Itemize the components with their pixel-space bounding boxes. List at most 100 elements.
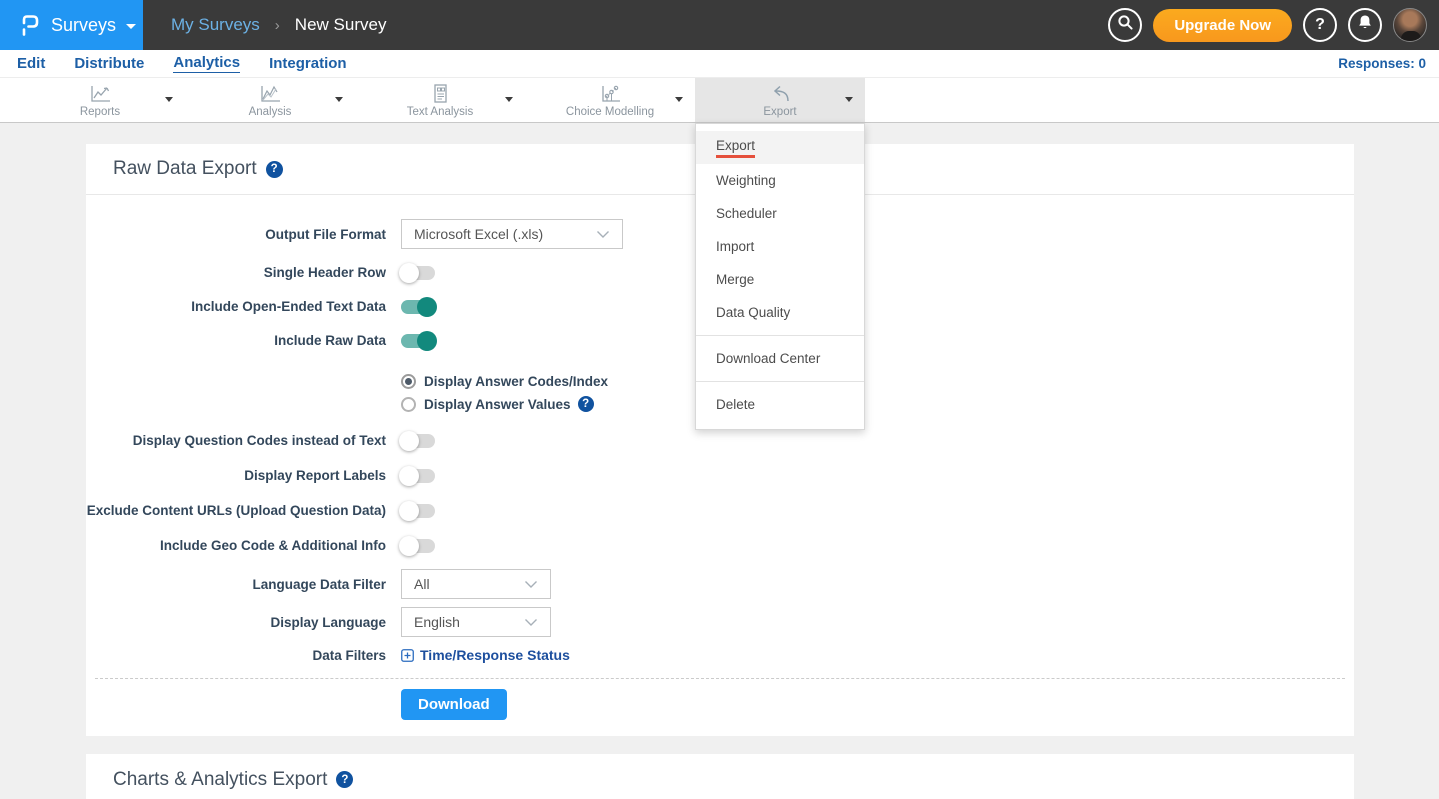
help-button[interactable]: ? (1303, 8, 1337, 42)
output-file-format-value: Microsoft Excel (.xls) (414, 226, 543, 242)
tab-integration[interactable]: Integration (269, 55, 347, 73)
toolbar-analysis-label: Analysis (249, 106, 292, 118)
include-open-ended-toggle[interactable] (401, 300, 435, 314)
export-dropdown-caret[interactable] (845, 97, 853, 102)
display-report-labels-toggle[interactable] (401, 469, 435, 483)
toolbar-text-analysis[interactable]: Text Analysis (355, 78, 525, 122)
breadcrumb: My Surveys › New Survey (171, 15, 386, 35)
single-header-row-toggle[interactable] (401, 266, 435, 280)
exclude-content-urls-row: Exclude Content URLs (Upload Question Da… (86, 503, 1354, 518)
toggle-knob (417, 331, 437, 351)
display-report-labels-row: Display Report Labels (86, 468, 1354, 483)
exclude-content-urls-toggle[interactable] (401, 504, 435, 518)
language-data-filter-value: All (414, 576, 430, 592)
upgrade-now-button[interactable]: Upgrade Now (1153, 9, 1292, 42)
display-report-labels-label: Display Report Labels (86, 468, 386, 483)
toolbar-analysis[interactable]: Analysis (185, 78, 355, 122)
tab-analytics[interactable]: Analytics (173, 54, 240, 73)
search-button[interactable] (1108, 8, 1142, 42)
survey-nav: Edit Distribute Analytics Integration Re… (0, 50, 1439, 78)
raw-data-export-help-icon[interactable]: ? (266, 161, 283, 178)
toggle-knob (399, 431, 419, 451)
include-geo-code-toggle[interactable] (401, 539, 435, 553)
display-question-codes-label: Display Question Codes instead of Text (86, 433, 386, 448)
reports-dropdown-caret[interactable] (165, 97, 173, 102)
choice-modelling-dropdown-caret[interactable] (675, 97, 683, 102)
radio-dot (405, 378, 412, 385)
questionpro-logo-icon (20, 12, 40, 38)
toggle-knob (399, 536, 419, 556)
menu-item-data-quality-label: Data Quality (716, 305, 790, 320)
breadcrumb-my-surveys[interactable]: My Surveys (171, 15, 260, 35)
menu-item-download-center-label: Download Center (716, 351, 820, 366)
menu-item-import[interactable]: Import (696, 230, 864, 263)
charts-analytics-export-header: Charts & Analytics Export ? (86, 754, 1354, 799)
scatter-trend-icon (597, 83, 623, 105)
charts-analytics-export-help-icon[interactable]: ? (336, 771, 353, 788)
menu-item-import-label: Import (716, 239, 754, 254)
exclude-content-urls-label: Exclude Content URLs (Upload Question Da… (86, 503, 386, 518)
charts-analytics-export-title: Charts & Analytics Export (113, 769, 327, 791)
document-grid-icon (427, 83, 453, 105)
line-chart-icon (87, 83, 113, 105)
include-geo-code-row: Include Geo Code & Additional Info (86, 538, 1354, 553)
product-switcher[interactable]: Surveys (0, 0, 143, 50)
tab-distribute[interactable]: Distribute (74, 55, 144, 73)
toolbar-choice-modelling[interactable]: Choice Modelling (525, 78, 695, 122)
menu-item-data-quality[interactable]: Data Quality (696, 296, 864, 329)
menu-item-scheduler-label: Scheduler (716, 206, 777, 221)
data-filters-label: Data Filters (86, 648, 386, 663)
menu-item-export-label: Export (716, 138, 755, 158)
breadcrumb-current-survey: New Survey (295, 15, 387, 35)
toolbar-export[interactable]: Export (695, 78, 865, 122)
menu-item-export[interactable]: Export (696, 131, 864, 164)
menu-item-merge-label: Merge (716, 272, 754, 287)
top-bar: Surveys My Surveys › New Survey Upgrade … (0, 0, 1439, 50)
plus-square-icon (401, 649, 420, 662)
output-file-format-select[interactable]: Microsoft Excel (.xls) (401, 219, 623, 249)
menu-item-delete[interactable]: Delete (696, 388, 864, 421)
text-analysis-dropdown-caret[interactable] (505, 97, 513, 102)
download-button[interactable]: Download (401, 689, 507, 720)
chevron-down-icon (524, 580, 538, 589)
include-open-ended-label: Include Open-Ended Text Data (86, 299, 386, 314)
responses-count: Responses: 0 (1338, 56, 1426, 71)
display-language-label: Display Language (86, 615, 386, 630)
menu-item-download-center[interactable]: Download Center (696, 342, 864, 375)
display-answer-values-radio[interactable] (401, 397, 416, 412)
include-geo-code-label: Include Geo Code & Additional Info (86, 538, 386, 553)
menu-item-scheduler[interactable]: Scheduler (696, 197, 864, 230)
language-data-filter-row: Language Data Filter All (86, 569, 1354, 599)
search-icon (1117, 14, 1134, 36)
time-response-status-link[interactable]: Time/Response Status (401, 647, 570, 663)
download-row: Download (86, 689, 1354, 720)
question-mark-icon: ? (1315, 16, 1325, 34)
display-question-codes-toggle[interactable] (401, 434, 435, 448)
display-language-select[interactable]: English (401, 607, 551, 637)
toggle-knob (399, 466, 419, 486)
chevron-down-icon (524, 618, 538, 627)
user-avatar[interactable] (1393, 8, 1427, 42)
language-data-filter-label: Language Data Filter (86, 577, 386, 592)
menu-divider (696, 381, 864, 382)
toolbar-choice-modelling-label: Choice Modelling (566, 106, 654, 118)
export-menu: Export Weighting Scheduler Import Merge … (695, 123, 865, 430)
menu-item-weighting[interactable]: Weighting (696, 164, 864, 197)
language-data-filter-select[interactable]: All (401, 569, 551, 599)
toolbar-export-label: Export (763, 106, 796, 118)
form-divider (95, 678, 1345, 679)
toggle-knob (417, 297, 437, 317)
display-question-codes-row: Display Question Codes instead of Text (86, 433, 1354, 448)
product-label: Surveys (51, 15, 116, 36)
toolbar-reports[interactable]: Reports (15, 78, 185, 122)
include-raw-data-toggle[interactable] (401, 334, 435, 348)
analysis-dropdown-caret[interactable] (335, 97, 343, 102)
tab-edit[interactable]: Edit (17, 55, 45, 73)
display-answer-values-help-icon[interactable]: ? (578, 396, 594, 412)
display-answer-values-option: Display Answer Values ? (401, 396, 615, 412)
notifications-button[interactable] (1348, 8, 1382, 42)
display-answer-codes-radio[interactable] (401, 374, 416, 389)
single-header-row-label: Single Header Row (86, 265, 386, 280)
display-answer-codes-label: Display Answer Codes/Index (424, 374, 608, 389)
menu-item-merge[interactable]: Merge (696, 263, 864, 296)
